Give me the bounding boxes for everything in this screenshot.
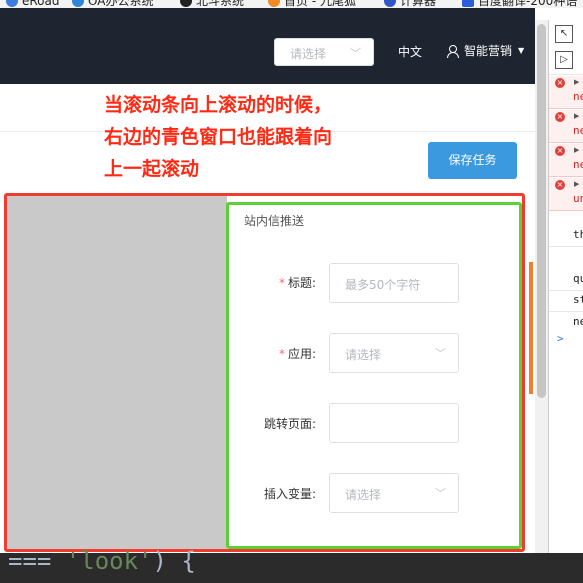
error-icon: × (555, 180, 565, 190)
variable-placeholder: 请选择 (345, 488, 382, 502)
error-text: ne (573, 90, 583, 103)
console-log[interactable]: ne (573, 315, 583, 328)
bookmark-label: 首页 - 九尾狐 (284, 0, 356, 8)
bookmark-beidou[interactable]: 北斗系统 (180, 0, 244, 8)
required-mark: * (278, 347, 285, 361)
expand-triangle-icon: ▶ (574, 112, 580, 120)
language-switch[interactable]: 中文 (398, 43, 422, 60)
console-error[interactable]: × ▶ ne (549, 144, 583, 177)
app-select[interactable]: 请选择 ﹀ (329, 333, 459, 373)
error-icon: × (555, 78, 565, 88)
device-toggle-icon[interactable]: ▷ (555, 51, 573, 69)
oa-icon (72, 0, 84, 7)
inspect-icon[interactable]: ↖ (555, 25, 573, 43)
error-text: un (573, 192, 583, 205)
title-label-text: 标题: (287, 276, 316, 290)
chevron-down-icon: ﹀ (350, 47, 361, 60)
console-prompt-icon[interactable]: > (557, 332, 564, 345)
console-error[interactable]: × ▶ un (549, 178, 583, 211)
annotation-line-2: 右边的青色窗口也能跟着向 (104, 126, 333, 148)
title-input[interactable]: 最多50个字符 (329, 263, 459, 303)
caret-down-icon: ▼ (518, 46, 525, 55)
annotation-line-1: 当滚动条向上滚动的时候， (104, 94, 333, 116)
devtools-divider (549, 290, 583, 291)
jump-page-label: 跳转页面: (236, 415, 316, 432)
variable-select[interactable]: 请选择 ﹀ (329, 473, 459, 513)
title-label: * 标题: (236, 274, 316, 291)
bookmark-eroad[interactable]: eRoad (6, 0, 60, 8)
bookmark-label: 百度翻译-200种语 (478, 0, 578, 8)
save-task-button[interactable]: 保存任务 (428, 142, 517, 179)
fox-icon (268, 0, 280, 7)
jump-page-label-text: 跳转页面: (263, 417, 316, 431)
scrollbar-thumb[interactable] (537, 24, 546, 398)
bookmark-oa[interactable]: OA办公系统 (72, 0, 153, 8)
app-placeholder: 请选择 (345, 348, 382, 362)
select-placeholder: 请选择 (290, 47, 327, 61)
console-log[interactable]: qu (573, 272, 583, 285)
console-log[interactable]: st (573, 293, 583, 306)
variable-label-text: 插入变量: (263, 487, 316, 501)
header-select[interactable]: 请选择 ﹀ (274, 38, 374, 66)
error-text: ne (573, 124, 583, 137)
translate-icon (462, 0, 474, 7)
bookmark-label: 计算器 (400, 0, 437, 8)
app-label: * 应用: (236, 345, 316, 362)
devtools-divider (549, 246, 583, 247)
bookmarks-bar: eRoad OA办公系统 北斗系统 首页 - 九尾狐 计算器 百度翻译-200种… (0, 0, 583, 8)
eroad-icon (6, 0, 18, 7)
error-icon: × (555, 112, 565, 122)
error-text: ne (573, 158, 583, 171)
app-label-text: 应用: (287, 347, 316, 361)
devtools-divider (549, 74, 583, 75)
chevron-down-icon: ﹀ (435, 487, 446, 500)
console-error[interactable]: × ▶ ne (549, 76, 583, 109)
chevron-down-icon: ﹀ (435, 347, 446, 360)
expand-triangle-icon: ▶ (574, 78, 580, 86)
required-mark: * (278, 276, 285, 290)
code-string: 'look' (65, 547, 153, 575)
calculator-icon (384, 0, 396, 7)
error-icon: × (555, 146, 565, 156)
panel-title: 站内信推送 (244, 214, 305, 228)
beidou-icon (180, 0, 192, 7)
bookmark-fox[interactable]: 首页 - 九尾狐 (268, 0, 356, 8)
variable-label: 插入变量: (236, 485, 316, 502)
bookmark-label: OA办公系统 (88, 0, 154, 8)
user-icon (446, 44, 459, 58)
bookmark-translate[interactable]: 百度翻译-200种语 (462, 0, 577, 8)
title-placeholder: 最多50个字符 (345, 278, 421, 292)
jump-page-input[interactable] (329, 403, 459, 443)
devtools-divider (549, 311, 583, 312)
code-line: === 'look') { (8, 547, 196, 575)
code-brace: ) { (152, 547, 196, 575)
expand-triangle-icon: ▶ (574, 180, 580, 188)
bookmark-calculator[interactable]: 计算器 (384, 0, 436, 8)
annotation-line-3: 上一起滚动 (104, 158, 200, 180)
expand-triangle-icon: ▶ (574, 146, 580, 154)
inner-scroll-indicator (529, 262, 533, 394)
console-error[interactable]: × ▶ ne (549, 110, 583, 143)
bookmark-label: 北斗系统 (196, 0, 245, 8)
user-menu[interactable]: 智能营销 ▼ (446, 42, 524, 59)
user-name: 智能营销 (464, 44, 513, 58)
bookmark-label: eRoad (22, 0, 60, 8)
console-log[interactable]: th (573, 228, 583, 241)
code-operator: === (8, 547, 66, 575)
